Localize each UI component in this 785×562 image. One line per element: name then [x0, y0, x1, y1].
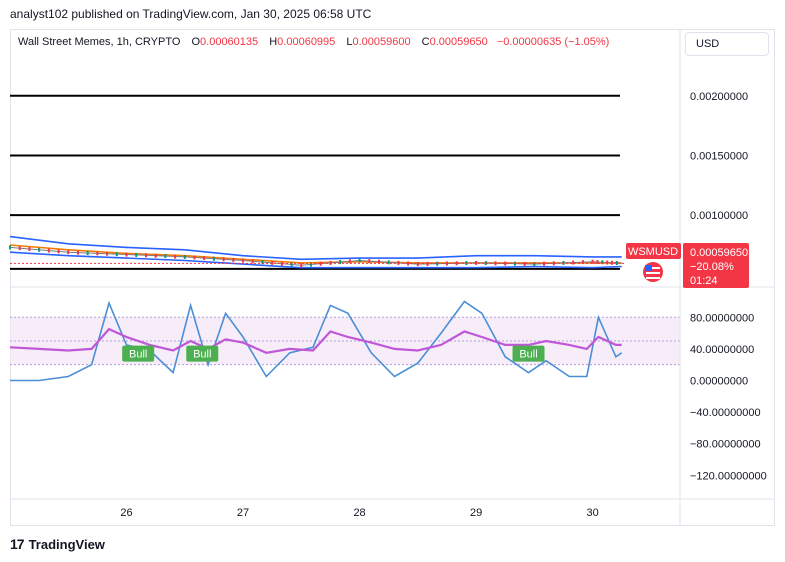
candle: [86, 250, 89, 255]
price-badge: WSMUSD 0.00059650 −20.08% 01:24: [626, 243, 749, 288]
candle: [193, 255, 196, 260]
candle: [174, 254, 177, 259]
price-badge-value: 0.00059650: [690, 247, 748, 259]
candle: [212, 256, 215, 261]
candle: [96, 251, 99, 256]
time-axis-tick-2: 28: [353, 507, 365, 519]
candle: [222, 257, 225, 262]
candle: [18, 246, 21, 251]
flag-stripe: [646, 272, 660, 274]
osc-axis-tick-3: −40.00000000: [690, 407, 761, 419]
candle: [426, 261, 429, 266]
candle: [135, 252, 138, 257]
footer-brand[interactable]: 17 TradingView: [10, 536, 105, 552]
footer-brand-text: TradingView: [28, 536, 105, 552]
candle: [368, 259, 371, 264]
osc-axis-tick-0: 80.00000000: [690, 312, 754, 324]
candle: [615, 261, 618, 266]
candle: [251, 259, 254, 264]
candle: [300, 263, 303, 268]
candle: [232, 257, 235, 262]
candle: [242, 258, 245, 263]
time-axis-tick-0: 26: [120, 507, 132, 519]
osc-axis-tick-1: 40.00000000: [690, 344, 754, 356]
candle: [28, 246, 31, 251]
candle: [154, 253, 157, 258]
candle: [76, 250, 79, 255]
candle: [611, 260, 614, 265]
candle: [183, 254, 186, 259]
candle: [106, 251, 109, 256]
osc-axis-tick-4: −80.00000000: [690, 439, 761, 451]
candle: [125, 252, 128, 257]
tradingview-logo-icon: 17: [10, 536, 25, 552]
candle: [416, 262, 419, 267]
flag-stripe: [646, 277, 660, 279]
price-axis-tick-1: 0.00150000: [690, 150, 748, 162]
osc-axis-tick-2: 0.00000000: [690, 375, 748, 387]
price-axis-tick-2: 0.00100000: [690, 210, 748, 222]
candle: [115, 252, 118, 257]
chart-canvas[interactable]: 0.00200000 0.00150000 0.00100000 80.000000…: [0, 0, 785, 562]
candle: [606, 260, 609, 265]
candle: [67, 250, 70, 255]
price-badge-countdown: 01:24: [690, 275, 718, 287]
bull-signal-label-2: Bull: [519, 349, 537, 361]
time-axis-tick-4: 30: [586, 507, 598, 519]
price-pane: 0.00200000 0.00150000 0.00100000: [9, 91, 748, 270]
candle: [533, 262, 536, 267]
candle: [523, 261, 526, 266]
candle: [572, 260, 575, 265]
candle: [57, 249, 60, 254]
series-lower_band: [9, 251, 622, 269]
oscillator-pane: 80.00000000 40.00000000 0.00000000 −40.0000…: [9, 300, 767, 482]
candle: [358, 258, 361, 263]
candle: [38, 247, 41, 252]
candle: [9, 245, 11, 250]
ticker-badge-text: WSMUSD: [628, 246, 678, 258]
price-axis-tick-0: 0.00200000: [690, 91, 748, 103]
time-axis-tick-1: 27: [237, 507, 249, 519]
candle: [319, 261, 322, 266]
candle: [203, 256, 206, 261]
candle: [436, 261, 439, 266]
series-upper_band: [9, 235, 622, 261]
candle: [164, 254, 167, 259]
candle: [144, 253, 147, 258]
time-axis-tick-3: 29: [470, 507, 482, 519]
osc-axis-tick-5: −120.00000000: [690, 470, 767, 482]
bull-signal-label-0: Bull: [129, 349, 147, 361]
candle: [348, 259, 351, 264]
candle: [504, 261, 507, 266]
bull-signal-label-1: Bull: [193, 349, 211, 361]
flag-canton: [645, 265, 652, 271]
candle: [47, 248, 50, 253]
price-badge-change: −20.08%: [690, 261, 734, 273]
